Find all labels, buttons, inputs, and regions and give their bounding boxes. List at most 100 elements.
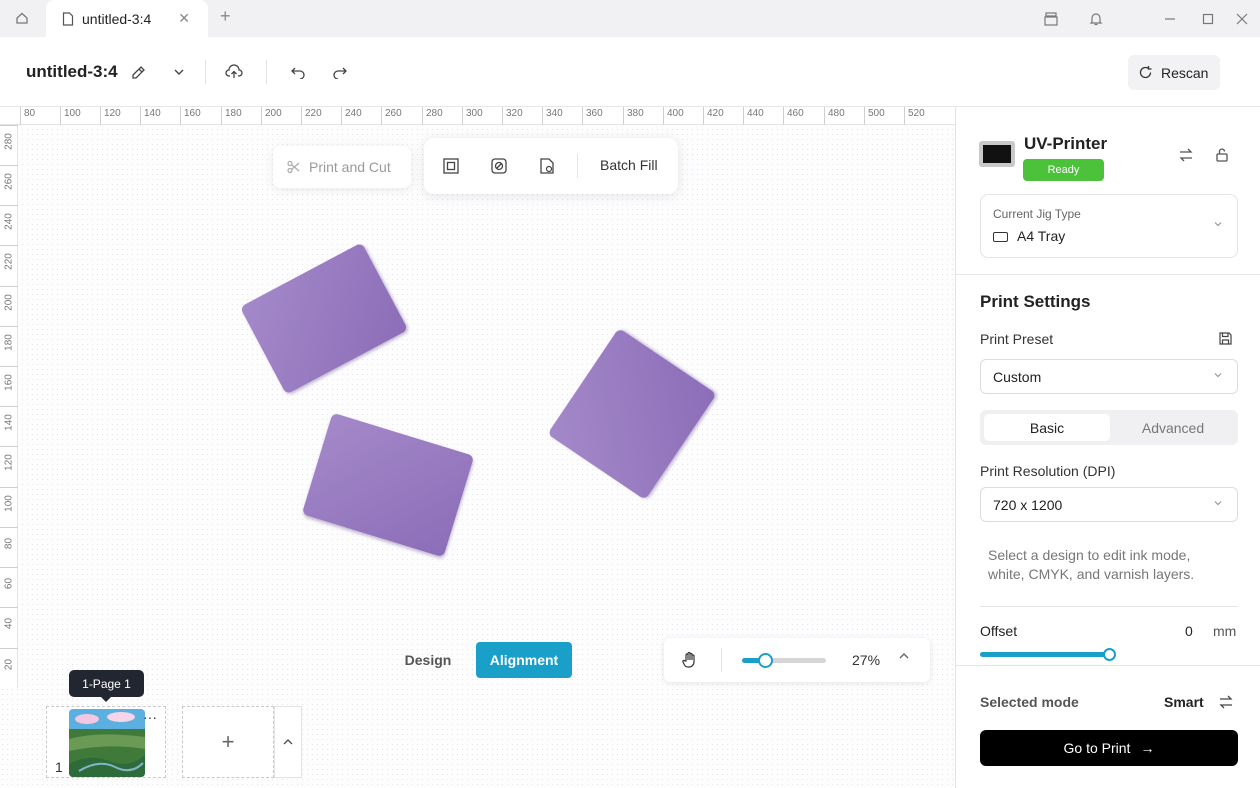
tab-title: untitled-3:4 [82,10,152,27]
ruler-tick: 160 [180,107,201,125]
go-to-print-button[interactable]: Go to Print → [980,730,1238,766]
cloud-upload-icon[interactable] [223,61,245,83]
undo-icon[interactable] [287,61,309,83]
minimize-icon[interactable] [1160,9,1180,29]
refresh-icon [1139,66,1152,79]
switch-mode-icon[interactable] [1218,694,1234,715]
bell-icon[interactable] [1086,9,1106,29]
ruler-tick: 220 [0,245,18,270]
ruler-tick: 340 [542,107,563,125]
ruler-tick: 140 [140,107,161,125]
zoom-slider-thumb[interactable] [758,653,773,668]
tab-basic[interactable]: Basic [984,414,1110,441]
chevron-down-icon [1213,498,1223,511]
jig-type-value: A4 Tray [1017,228,1066,244]
ruler-tick: 260 [381,107,402,125]
ruler-tick: 60 [0,567,18,589]
ruler-tick: 320 [502,107,523,125]
ruler-tick: 140 [0,406,18,431]
toolbar-divider [205,60,206,84]
print-and-cut-label: Print and Cut [309,159,391,175]
batch-fill-button[interactable]: Batch Fill [600,157,658,173]
page-tooltip: 1-Page 1 [69,670,144,702]
ruler-tick: 500 [864,107,885,125]
add-page-button[interactable]: + [182,706,274,778]
rescan-button[interactable]: Rescan [1128,55,1220,90]
ruler-tick: 460 [783,107,804,125]
maximize-icon[interactable] [1198,9,1218,29]
offset-value: 0 [1185,623,1193,639]
chevron-down-icon[interactable] [168,61,190,83]
image-settings-icon[interactable] [537,156,557,176]
page-more-button[interactable]: ··· [143,709,157,725]
new-tab-button[interactable]: + [220,6,231,27]
tools-divider [577,154,578,178]
fit-frame-icon[interactable] [441,156,461,176]
offset-unit: mm [1213,623,1237,639]
redo-icon[interactable] [329,61,351,83]
ruler-tick: 360 [582,107,603,125]
document-icon [62,11,74,26]
page-thumbnail[interactable]: ··· 1 [46,706,166,778]
ruler-tick: 100 [60,107,81,125]
ruler-tick: 380 [623,107,644,125]
alignment-mode-button[interactable]: Alignment [476,642,572,678]
scissors-icon [287,160,300,174]
right-panel: UV-Printer Ready Current Jig Type A4 Tra… [955,107,1260,788]
edit-title-icon[interactable] [127,61,149,83]
offset-slider-thumb[interactable] [1103,648,1116,661]
toolbar-divider [266,60,267,84]
ruler-tick: 120 [0,446,18,471]
ruler-tick: 220 [301,107,322,125]
ruler-tick: 400 [663,107,684,125]
ruler-tick: 520 [904,107,925,125]
zoom-divider [721,648,722,672]
ruler-top: 80 100 120 140 160 180 200 220 240 260 2… [0,107,955,125]
ink-mode-hint: Select a design to edit ink mode, white,… [988,547,1195,582]
top-toolbar: untitled-3:4 Rescan [0,37,1260,107]
ruler-tick: 180 [0,326,18,351]
jig-type-label: Current Jig Type [993,207,1081,221]
page-preview-image [69,709,145,777]
offset-label: Offset [980,623,1018,639]
ruler-tick: 120 [100,107,121,125]
settings-tabs: Basic Advanced [980,410,1238,445]
design-mode-button[interactable]: Design [392,642,464,678]
chevron-up-icon[interactable] [274,706,302,778]
unlock-icon[interactable] [1214,147,1232,165]
chevron-up-icon[interactable] [898,650,910,665]
panel-divider [956,274,1260,275]
print-preset-label: Print Preset [980,331,1054,347]
print-preset-value: Custom [993,368,1042,385]
panel-divider [956,665,1260,666]
zoom-slider[interactable] [742,653,826,668]
home-icon[interactable] [6,5,38,31]
save-preset-icon[interactable] [1218,331,1233,351]
tab-bar: untitled-3:4 ✕ + [0,0,1260,37]
selected-mode-value: Smart [1164,694,1204,710]
ruler-tick: 20 [0,648,18,670]
print-preset-select[interactable]: Custom [980,359,1238,394]
jig-type-select[interactable]: Current Jig Type A4 Tray [980,194,1238,258]
offset-slider[interactable] [980,652,1110,657]
object-tools-panel: Batch Fill [424,138,678,194]
tab-advanced[interactable]: Advanced [1110,414,1236,441]
printer-status-badge: Ready [1023,159,1104,181]
ruler-left: 280 260 240 220 200 180 160 140 120 100 … [0,125,18,688]
window-close-icon[interactable] [1232,9,1252,29]
ruler-tick: 420 [703,107,724,125]
tab-close-icon[interactable]: ✕ [178,10,190,27]
arrow-right-icon: → [1140,740,1155,756]
swap-printer-icon[interactable] [1178,147,1196,165]
print-settings-title: Print Settings [980,292,1091,311]
hand-icon[interactable] [680,650,702,672]
chevron-down-icon [1213,370,1223,383]
stack-icon[interactable] [1041,9,1061,29]
ruler-tick: 240 [0,205,18,230]
print-resolution-select[interactable]: 720 x 1200 [980,487,1238,522]
print-and-cut-button[interactable]: Print and Cut [273,146,411,188]
printer-image [979,141,1015,167]
document-tab[interactable]: untitled-3:4 ✕ [46,0,208,37]
mask-icon[interactable] [489,156,509,176]
ruler-tick: 240 [341,107,362,125]
